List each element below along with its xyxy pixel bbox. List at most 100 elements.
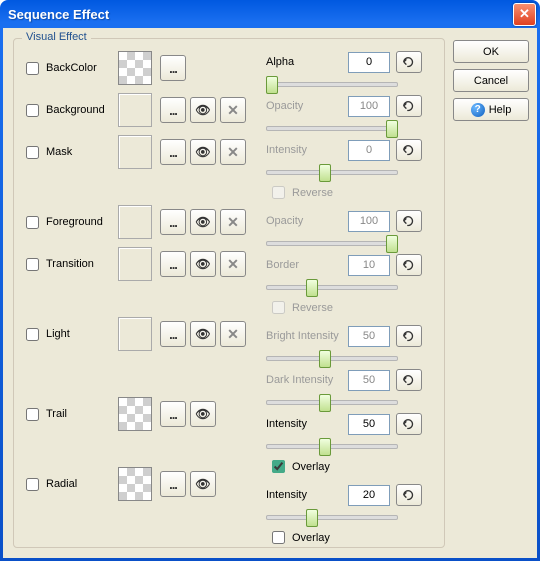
foreground-checkbox[interactable] [26,216,39,229]
bright-slider[interactable] [266,349,398,365]
mask-reverse-checkbox [272,186,285,199]
visual-effect-group: Visual Effect BackColor ... [13,38,445,548]
slider-thumb[interactable] [306,509,318,527]
radial-swatch[interactable] [118,467,152,501]
foreground-preview-button[interactable] [190,209,216,235]
slider-thumb[interactable] [306,279,318,297]
radial-overlay-label: Overlay [292,532,330,544]
fg-opacity-slider[interactable] [266,234,398,250]
dark-value [348,370,390,391]
foreground-browse-button[interactable]: ... [160,209,186,235]
border-reset-button[interactable] [396,254,422,276]
slider-thumb[interactable] [386,235,398,253]
radial-preview-button[interactable] [190,471,216,497]
trail-intensity-value[interactable] [348,414,390,435]
radial-overlay-checkbox[interactable] [272,531,285,544]
light-browse-button[interactable]: ... [160,321,186,347]
radial-checkbox[interactable] [26,478,39,491]
foreground-swatch[interactable] [118,205,152,239]
radial-intensity-slider[interactable] [266,508,398,524]
bg-opacity-reset-button[interactable] [396,95,422,117]
transition-clear-button[interactable]: ✕ [220,251,246,277]
backcolor-swatch[interactable] [118,51,152,85]
alpha-value[interactable] [348,52,390,73]
slider-thumb[interactable] [319,164,331,182]
alpha-row: Alpha [266,51,436,73]
mask-checkbox[interactable] [26,146,39,159]
mask-swatch[interactable] [118,135,152,169]
slider-thumb[interactable] [266,76,278,94]
background-swatch[interactable] [118,93,152,127]
light-checkbox[interactable] [26,328,39,341]
undo-icon [402,144,416,156]
slider-thumb[interactable] [319,394,331,412]
background-browse-button[interactable]: ... [160,97,186,123]
light-preview-button[interactable] [190,321,216,347]
mask-clear-button[interactable]: ✕ [220,139,246,165]
radial-overlay-row: Overlay [268,528,436,547]
slider-thumb[interactable] [319,438,331,456]
mask-intensity-slider[interactable] [266,163,398,179]
transition-checkbox[interactable] [26,258,39,271]
help-button-label: Help [489,104,512,116]
foreground-clear-button[interactable]: ✕ [220,209,246,235]
light-clear-button[interactable]: ✕ [220,321,246,347]
transition-browse-button[interactable]: ... [160,251,186,277]
undo-icon [402,489,416,501]
trail-intensity-reset-button[interactable] [396,413,422,435]
backcolor-checkbox[interactable] [26,62,39,75]
radial-label: Radial [46,478,77,490]
row-transition: Transition ... ✕ [22,247,258,281]
slider-thumb[interactable] [386,120,398,138]
border-slider[interactable] [266,278,398,294]
slider-thumb[interactable] [319,350,331,368]
dark-slider[interactable] [266,393,398,409]
trail-preview-button[interactable] [190,401,216,427]
mask-intensity-reset-button[interactable] [396,139,422,161]
window-title: Sequence Effect [8,7,513,22]
mask-intensity-label: Intensity [266,144,342,156]
close-button[interactable]: ✕ [513,3,536,26]
radial-intensity-reset-button[interactable] [396,484,422,506]
mask-preview-button[interactable] [190,139,216,165]
radial-browse-button[interactable]: ... [160,471,186,497]
cancel-button[interactable]: Cancel [453,69,529,92]
fg-opacity-reset-button[interactable] [396,210,422,232]
trail-swatch[interactable] [118,397,152,431]
background-preview-button[interactable] [190,97,216,123]
trail-overlay-checkbox[interactable] [272,460,285,473]
effect-list: BackColor ... Background [22,51,258,539]
ok-button[interactable]: OK [453,40,529,63]
help-button[interactable]: ? Help [453,98,529,121]
transition-preview-button[interactable] [190,251,216,277]
transition-swatch[interactable] [118,247,152,281]
backcolor-browse-button[interactable]: ... [160,55,186,81]
background-checkbox[interactable] [26,104,39,117]
bright-row: Bright Intensity [266,325,436,347]
bg-opacity-label: Opacity [266,100,342,112]
bg-opacity-row: Opacity [266,95,436,117]
mask-browse-button[interactable]: ... [160,139,186,165]
fg-opacity-label: Opacity [266,215,342,227]
background-clear-button[interactable]: ✕ [220,97,246,123]
bg-opacity-slider[interactable] [266,119,398,135]
light-swatch[interactable] [118,317,152,351]
transition-reverse-row: Reverse [268,298,436,317]
transition-reverse-label: Reverse [292,302,333,314]
mask-reverse-row: Reverse [268,183,436,202]
bright-reset-button[interactable] [396,325,422,347]
alpha-reset-button[interactable] [396,51,422,73]
dark-label: Dark Intensity [266,374,342,386]
mask-label: Mask [46,146,72,158]
alpha-slider[interactable] [266,75,398,91]
undo-icon [402,100,416,112]
row-backcolor: BackColor ... [22,51,258,85]
trail-checkbox[interactable] [26,408,39,421]
row-trail: Trail ... [22,397,258,431]
client-area: Visual Effect BackColor ... [3,28,537,558]
dialog-window: Sequence Effect ✕ Visual Effect BackColo… [0,0,540,561]
radial-intensity-value[interactable] [348,485,390,506]
trail-intensity-slider[interactable] [266,437,398,453]
dark-reset-button[interactable] [396,369,422,391]
trail-browse-button[interactable]: ... [160,401,186,427]
